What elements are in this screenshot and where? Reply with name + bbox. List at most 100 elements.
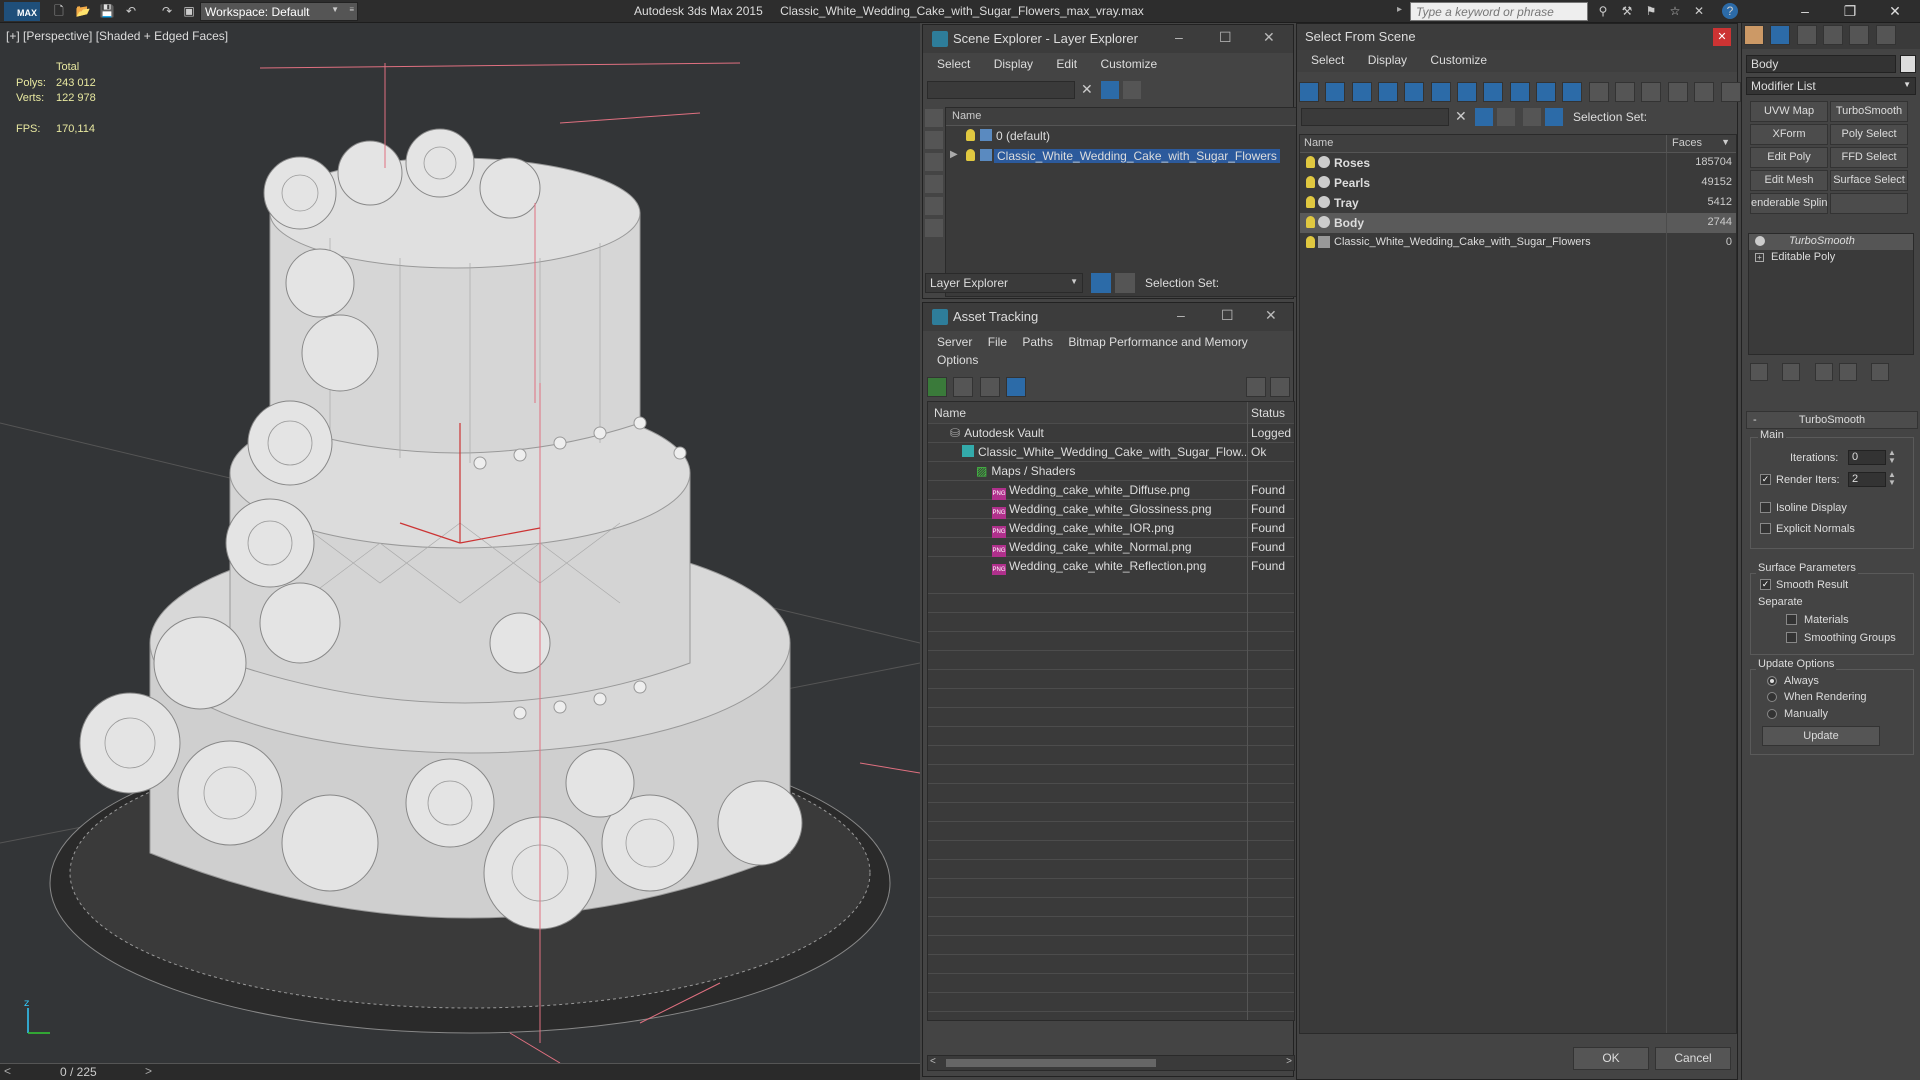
select-invert-icon[interactable] bbox=[1720, 82, 1741, 102]
clear-search-icon[interactable]: ✕ bbox=[1081, 81, 1093, 98]
sync-icon[interactable] bbox=[1497, 108, 1515, 126]
filter-lights-icon[interactable] bbox=[1351, 82, 1372, 102]
poly-select-button[interactable]: Poly Select bbox=[1830, 124, 1908, 145]
hierarchy-tab-icon[interactable] bbox=[1796, 25, 1817, 45]
table-row[interactable]: PNG Wedding_cake_white_Glossiness.png Fou… bbox=[928, 500, 1294, 519]
isoline-display-checkbox[interactable] bbox=[1760, 502, 1771, 513]
object-row-body[interactable]: Body 2744 bbox=[1300, 213, 1736, 233]
lightbulb-icon[interactable] bbox=[1755, 236, 1765, 246]
filter-spacewarps-icon[interactable] bbox=[1430, 82, 1451, 102]
minimize-icon[interactable]: – bbox=[1175, 29, 1183, 45]
select-none-icon[interactable] bbox=[1694, 82, 1715, 102]
close-icon[interactable]: ✕ bbox=[1263, 29, 1275, 46]
uvw-map-button[interactable]: UVW Map bbox=[1750, 101, 1828, 122]
settings-icon[interactable] bbox=[1270, 377, 1290, 397]
display-cameras-icon[interactable] bbox=[925, 175, 943, 193]
spinner-arrows-icon[interactable]: ▲ ▼ bbox=[1888, 471, 1896, 487]
configure-sets-icon[interactable] bbox=[1871, 363, 1890, 381]
sfs-search-input[interactable] bbox=[1301, 108, 1449, 126]
close-icon[interactable]: ✕ bbox=[1713, 28, 1731, 46]
xform-button[interactable]: XForm bbox=[1750, 124, 1828, 145]
invert-display-icon[interactable] bbox=[1641, 82, 1662, 102]
iterations-spinner[interactable]: 0 bbox=[1848, 450, 1886, 465]
stack-item-editable-poly[interactable]: + Editable Poly bbox=[1749, 250, 1913, 266]
connect-icon[interactable]: ✕ bbox=[1690, 3, 1708, 20]
display-shapes-icon[interactable] bbox=[925, 131, 943, 149]
menu-select[interactable]: Select bbox=[937, 57, 970, 71]
menu-display[interactable]: Display bbox=[1368, 53, 1407, 67]
menu-bitmap-performance[interactable]: Bitmap Performance and Memory bbox=[1068, 335, 1247, 349]
table-row[interactable]: PNG Wedding_cake_white_Reflection.png Fou… bbox=[928, 557, 1294, 576]
display-all-icon[interactable] bbox=[1588, 82, 1609, 102]
display-geometry-icon[interactable] bbox=[925, 109, 943, 127]
render-iters-spinner[interactable]: 2 bbox=[1848, 472, 1886, 487]
modify-tab-icon[interactable] bbox=[1770, 25, 1791, 45]
filter-shapes-icon[interactable] bbox=[1325, 82, 1346, 102]
render-iters-checkbox[interactable]: ✓ bbox=[1760, 474, 1771, 485]
horizontal-scrollbar[interactable]: < > bbox=[927, 1055, 1295, 1071]
perspective-viewport[interactable]: z [+] [Perspective] [Shaded + Edged Face… bbox=[0, 23, 920, 1063]
scroll-left-icon[interactable]: < bbox=[930, 1056, 936, 1067]
scene-explorer-titlebar[interactable]: Scene Explorer - Layer Explorer – ☐ ✕ bbox=[923, 25, 1293, 53]
search-input[interactable]: Type a keyword or phrase bbox=[1410, 2, 1588, 21]
clear-search-icon[interactable]: ✕ bbox=[1455, 108, 1467, 125]
turbosmooth-button[interactable]: TurboSmooth bbox=[1830, 101, 1908, 122]
display-tab-icon[interactable] bbox=[1849, 25, 1870, 45]
list-view-icon[interactable] bbox=[953, 377, 974, 397]
filter-icon[interactable] bbox=[1475, 108, 1493, 126]
table-row[interactable]: PNG Wedding_cake_white_Diffuse.png Found bbox=[928, 481, 1294, 500]
make-unique-icon[interactable] bbox=[1814, 363, 1833, 381]
workspace-dropdown[interactable]: Workspace: Default ▼ ≡ bbox=[200, 2, 358, 21]
lightbulb-icon[interactable] bbox=[1306, 236, 1315, 248]
scroll-right-icon[interactable]: > bbox=[1286, 1056, 1292, 1067]
display-helpers-icon[interactable] bbox=[925, 197, 943, 215]
spinner-arrows-icon[interactable]: ▲ ▼ bbox=[1888, 449, 1896, 465]
app-logo[interactable]: MAX bbox=[4, 2, 40, 21]
surface-select-button[interactable]: Surface Select bbox=[1830, 170, 1908, 191]
hierarchy-icon[interactable] bbox=[1545, 108, 1563, 126]
layer-mode-icon[interactable] bbox=[1091, 273, 1111, 293]
sfs-titlebar[interactable]: Select From Scene ✕ bbox=[1297, 24, 1737, 50]
column-name[interactable]: Name bbox=[1304, 137, 1333, 149]
filter-helpers-icon[interactable] bbox=[1404, 82, 1425, 102]
column-faces[interactable]: Faces bbox=[1672, 137, 1702, 149]
smoothing-groups-checkbox[interactable] bbox=[1786, 632, 1797, 643]
menu-display[interactable]: Display bbox=[994, 57, 1033, 71]
renderable-spline-button[interactable]: enderable Splin bbox=[1750, 193, 1828, 214]
display-lights-icon[interactable] bbox=[925, 153, 943, 171]
always-radio[interactable] bbox=[1767, 676, 1777, 686]
table-row[interactable]: ▨ Maps / Shaders bbox=[928, 462, 1294, 481]
edit-mesh-button[interactable]: Edit Mesh bbox=[1750, 170, 1828, 191]
asset-tracking-titlebar[interactable]: Asset Tracking – ☐ ✕ bbox=[923, 303, 1293, 331]
viewport-label[interactable]: [+] [Perspective] [Shaded + Edged Faces] bbox=[6, 29, 228, 43]
hierarchy-mode-icon[interactable] bbox=[1115, 273, 1135, 293]
object-color-swatch[interactable] bbox=[1900, 55, 1916, 73]
manually-radio[interactable] bbox=[1767, 709, 1777, 719]
smooth-result-checkbox[interactable]: ✓ bbox=[1760, 579, 1771, 590]
layers-icon[interactable] bbox=[1523, 108, 1541, 126]
modifier-list-dropdown[interactable]: Modifier List ▼ bbox=[1746, 77, 1916, 95]
table-row[interactable]: PNG Wedding_cake_white_IOR.png Found bbox=[928, 519, 1294, 538]
lightbulb-icon[interactable] bbox=[1306, 156, 1315, 168]
explicit-normals-checkbox[interactable] bbox=[1760, 523, 1771, 534]
pin-stack-icon[interactable] bbox=[1750, 363, 1768, 381]
restore-button[interactable]: ❐ bbox=[1830, 0, 1870, 23]
column-status[interactable]: Status bbox=[1251, 406, 1285, 420]
cancel-button[interactable]: Cancel bbox=[1655, 1047, 1731, 1070]
menu-select[interactable]: Select bbox=[1311, 53, 1344, 67]
update-button[interactable]: Update bbox=[1762, 726, 1880, 746]
scrollbar-thumb[interactable] bbox=[946, 1059, 1156, 1067]
remove-modifier-icon[interactable] bbox=[1839, 363, 1858, 381]
close-button[interactable]: ✕ bbox=[1875, 0, 1915, 23]
table-row[interactable]: PNG Wedding_cake_white_Normal.png Found bbox=[928, 538, 1294, 557]
menu-customize[interactable]: Customize bbox=[1430, 53, 1487, 67]
menu-file[interactable]: File bbox=[988, 335, 1007, 349]
sync-icon[interactable] bbox=[1123, 81, 1141, 99]
column-name[interactable]: Name bbox=[934, 406, 1252, 420]
maximize-icon[interactable]: ☐ bbox=[1221, 307, 1234, 324]
filter-icon[interactable] bbox=[1101, 81, 1119, 99]
display-none-icon[interactable] bbox=[1615, 82, 1636, 102]
sort-arrow-icon[interactable]: ▼ bbox=[1721, 137, 1730, 147]
layer-row-cake[interactable]: ▶ Classic_White_Wedding_Cake_with_Sugar_… bbox=[946, 146, 1313, 166]
stack-item-turbosmooth[interactable]: TurboSmooth bbox=[1749, 234, 1913, 250]
